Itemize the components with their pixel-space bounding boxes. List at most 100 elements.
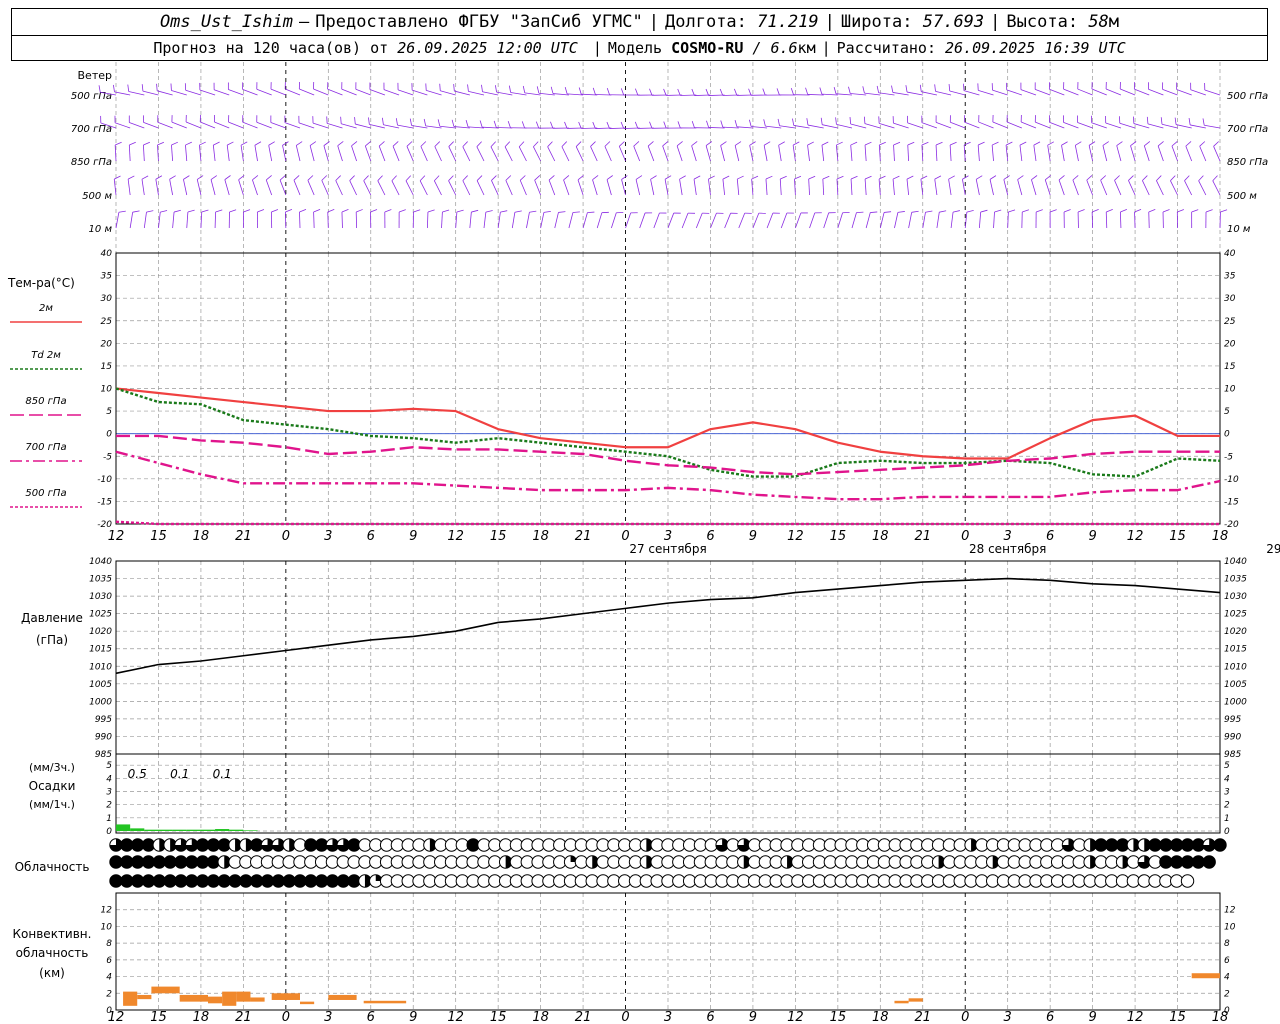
wind-barb-feather [547, 141, 553, 147]
wind-barb [864, 145, 867, 162]
wind-barb [1035, 121, 1051, 129]
wind-barb-feather [257, 209, 265, 213]
wind-barb [307, 180, 315, 196]
x-tick-label: 18 [1212, 1010, 1229, 1024]
wind-barb-feather [606, 121, 610, 129]
wind-barb [676, 145, 683, 162]
wind-barb [1007, 211, 1009, 229]
temp-y-tick-right: 20 [1224, 339, 1236, 349]
wind-barb-feather [141, 84, 144, 92]
wind-barb [766, 212, 774, 229]
wind-barb-feather [118, 210, 126, 213]
wind-level-label-left: 500 гПа [71, 91, 112, 102]
temp-series-line [116, 434, 1220, 476]
wind-barb-feather [1063, 209, 1071, 213]
wind-barb-feather [1128, 175, 1134, 181]
wind-barb [705, 145, 711, 162]
wind-barb-feather [776, 88, 780, 96]
x-tick-label: 21 [235, 1010, 252, 1024]
wind-barb [1049, 88, 1065, 96]
wind-barb [397, 89, 414, 96]
wind-barb-feather [413, 209, 421, 213]
wind-barb-feather [533, 141, 539, 147]
x-tick-label: 18 [1212, 529, 1229, 544]
wind-barb-feather [778, 141, 785, 146]
wind-barb [1044, 179, 1051, 196]
wind-barb [935, 122, 952, 129]
wind-barb-feather [335, 175, 341, 181]
wind-barb-feather [592, 121, 596, 129]
wind-barb-feather [934, 175, 942, 180]
wind-barb-feather [296, 141, 303, 146]
wind-barb [1086, 179, 1093, 196]
wind-barb-feather [1049, 209, 1057, 213]
wind-barb-feather [368, 117, 370, 125]
wind-barb [563, 179, 570, 196]
wind-barb [1063, 121, 1079, 129]
wind-barb-feather [720, 141, 727, 146]
wind-barb-feather [439, 83, 441, 91]
wind-barb [681, 212, 689, 229]
wind-barb-feather [592, 87, 596, 95]
wind-barb [921, 91, 938, 96]
wind-barb-feather [490, 141, 497, 147]
pres-y-tick-right: 1040 [1224, 557, 1247, 567]
wind-barb [426, 211, 429, 229]
wind-barb [1119, 211, 1122, 229]
wind-barb-feather [1198, 175, 1204, 182]
x-tick-label: 15 [830, 529, 847, 544]
wind-barb-feather [548, 175, 555, 181]
wind-barb-feather [925, 210, 933, 213]
temp-y-tick-right: 10 [1224, 385, 1236, 395]
wind-barb-feather [160, 210, 168, 213]
wind-barb-feather [561, 141, 568, 147]
wind-barb [633, 146, 641, 162]
wind-barb [1143, 145, 1150, 162]
wind-barb [524, 92, 541, 96]
wind-barb [850, 123, 867, 129]
conv-cloud-bar [236, 991, 251, 1002]
x-tick-label: 12 [108, 1010, 125, 1024]
wind-barb [977, 145, 980, 162]
wind-barb-feather [807, 141, 814, 146]
x-tick-label: 15 [150, 529, 167, 544]
wind-barb [893, 145, 895, 162]
wind-barb [482, 126, 499, 129]
wind-barb-feather [920, 175, 928, 180]
pres-y-tick-left: 1040 [89, 557, 112, 567]
wind-barb [850, 179, 853, 196]
precip-bar [200, 829, 216, 831]
conv-y-tick-left: 6 [106, 956, 112, 966]
wind-barb-feather [1177, 209, 1184, 213]
wind-barb-feather [169, 175, 176, 180]
x-tick-label: 3 [324, 529, 332, 544]
wind-barb-feather [1031, 175, 1038, 180]
wind-barb-feather [1003, 175, 1010, 180]
wind-barb [1119, 122, 1136, 129]
wind-barb [468, 126, 485, 129]
wind-barb [337, 145, 343, 162]
wind-barb [172, 212, 175, 229]
wind-level-label-right: 10 м [1227, 224, 1251, 235]
wind-barb [935, 145, 938, 162]
wind-barb-feather [1134, 209, 1142, 213]
wind-barb [1198, 180, 1207, 196]
x-tick-label: 6 [706, 1010, 714, 1024]
wind-barb-feather [518, 141, 525, 148]
wind-barb-feather [1157, 141, 1164, 147]
wind-barb [538, 92, 555, 96]
wind-barb-feather [491, 175, 497, 181]
wind-barb-feather [146, 210, 154, 213]
wind-barb [1100, 180, 1108, 196]
wind-barb-feather [405, 175, 412, 182]
temp-y-tick-left: 10 [101, 385, 113, 395]
wind-barb [822, 179, 825, 196]
wind-barb-feather [268, 141, 275, 146]
wind-barb-feather [572, 211, 580, 213]
wind-barb [1058, 179, 1065, 196]
wind-barb [200, 212, 203, 229]
wind-barb [377, 180, 386, 196]
wind-barb-feather [185, 141, 192, 146]
wind-barb [469, 212, 472, 229]
cloud-symbol [1180, 874, 1195, 888]
